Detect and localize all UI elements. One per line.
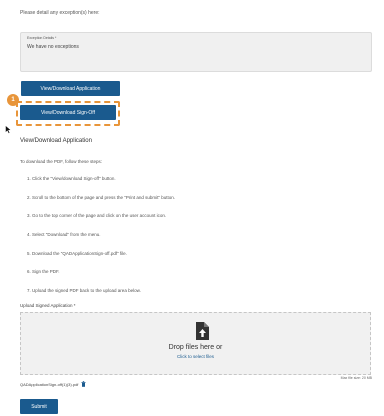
file-upload-icon (196, 322, 209, 340)
exception-details-value[interactable]: We have no exceptions (27, 44, 79, 50)
uploaded-file: QADApplicationSign-off(1)(3).pdf (20, 381, 86, 387)
drop-files-text: Drop files here or (168, 344, 223, 351)
instructions-intro: To download the PDF, follow these steps: (20, 159, 103, 164)
section-title: View/Download Application (20, 138, 92, 144)
step-item: 6. Sign the PDF. (27, 269, 60, 275)
steps-list: 1. Click the "View/download Sign-off" bu… (27, 176, 175, 307)
cursor-icon (5, 125, 12, 134)
view-download-signoff-button[interactable]: View/Download Sign-Off (20, 105, 116, 120)
select-files-link[interactable]: Click to select files (20, 354, 371, 359)
step-item: 3. Go to the top corner of the page and … (27, 213, 167, 219)
uploaded-file-name: QADApplicationSign-off(1)(3).pdf (20, 381, 79, 387)
trash-icon[interactable] (81, 381, 86, 387)
step-item: 2. Scroll to the bottom of the page and … (27, 194, 176, 200)
step-item: 1. Click the "View/download Sign-off" bu… (27, 176, 116, 181)
step-badge: 1 (7, 94, 19, 106)
max-file-size: Max file size: 20 MB (340, 376, 372, 380)
step-item: 4. Select "Download" from the menu. (27, 232, 101, 238)
view-download-application-button[interactable]: View/Download Application (21, 81, 120, 96)
step-item: 5. Download the "QADApplicationSign-off.… (27, 250, 127, 256)
exceptions-intro: Please detail any exception(s) here: (20, 10, 100, 16)
exception-details-label: Exception Details * (27, 36, 57, 40)
submit-button[interactable]: Submit (20, 399, 58, 414)
upload-label: Upload Signed Application * (20, 303, 76, 308)
exception-details-field[interactable]: Exception Details * We have no exception… (20, 32, 372, 72)
